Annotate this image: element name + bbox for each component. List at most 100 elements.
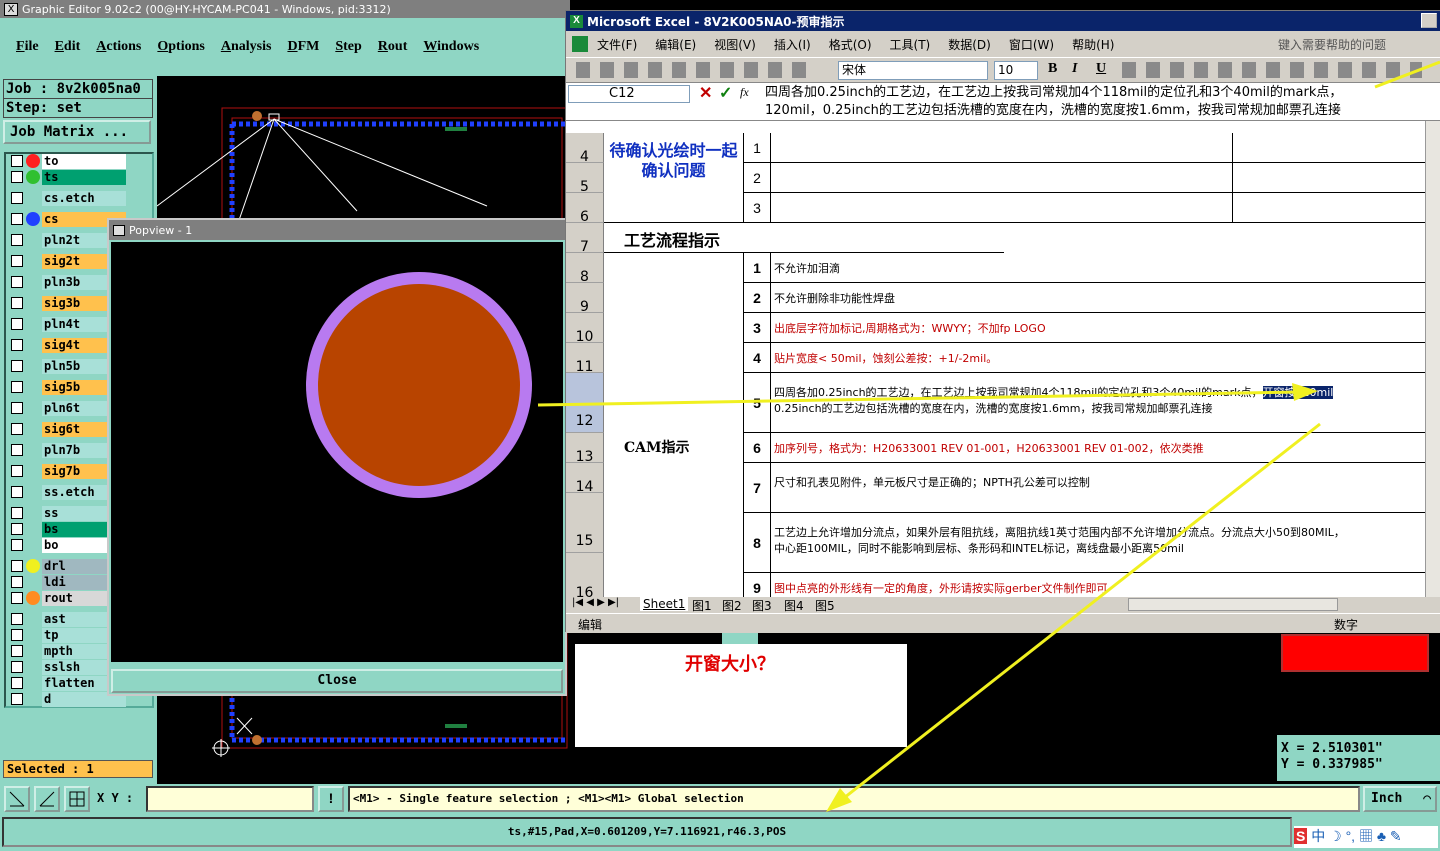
row-header[interactable]: 14 [566, 463, 604, 495]
layer-checkbox[interactable] [11, 693, 23, 705]
help-search-input[interactable]: 键入需要帮助的问题 [1278, 36, 1386, 53]
layer-name[interactable]: to [42, 154, 126, 169]
layer-checkbox[interactable] [11, 465, 23, 477]
tab-fig4[interactable]: 图4 [784, 597, 804, 614]
excel-menu-data[interactable]: 数据(D) [939, 36, 1000, 53]
layer-checkbox[interactable] [11, 560, 23, 572]
excel-menu-edit[interactable]: 编辑(E) [646, 36, 705, 53]
layer-checkbox[interactable] [11, 576, 23, 588]
xy-input[interactable] [146, 786, 314, 812]
menu-dfm[interactable]: DFM [279, 39, 327, 55]
font-name-select[interactable]: 宋体 [838, 61, 988, 80]
job-matrix-button[interactable]: Job Matrix ... [3, 120, 151, 144]
layer-row-to[interactable]: to [8, 154, 128, 169]
item-cell[interactable]: 加序列号，格式为：H20633001 REV 01-001，H20633001 … [771, 433, 1435, 463]
layer-checkbox[interactable] [11, 155, 23, 167]
excel-menu-view[interactable]: 视图(V) [705, 36, 765, 53]
menu-step[interactable]: Step [327, 39, 369, 55]
tab-fig3[interactable]: 图3 [752, 597, 772, 614]
workbook-icon[interactable] [572, 36, 588, 52]
row-header[interactable]: 13 [566, 433, 604, 465]
item-cell[interactable]: 尺寸和孔表见附件，单元板尺寸是正确的；NPTH孔公差可以控制 [771, 463, 1435, 513]
layer-checkbox[interactable] [11, 661, 23, 673]
excel-menu-tools[interactable]: 工具(T) [881, 36, 940, 53]
layer-checkbox[interactable] [11, 318, 23, 330]
layer-checkbox[interactable] [11, 255, 23, 267]
formula-input[interactable]: 四周各加0.25inch的工艺边，在工艺边上按我司常规加4个118mil的定位孔… [765, 84, 1342, 120]
layer-checkbox[interactable] [11, 171, 23, 183]
excel-menu-help[interactable]: 帮助(H) [1063, 36, 1123, 53]
row-header[interactable]: 7 [566, 223, 604, 255]
excel-minimize-button[interactable] [1421, 13, 1437, 28]
row-header[interactable]: 11 [566, 343, 604, 375]
layer-name[interactable]: cs.etch [42, 191, 126, 206]
layer-checkbox[interactable] [11, 381, 23, 393]
ime-toolbar[interactable]: S 中 ☽ °, ▦ ♣ ✎ [1294, 826, 1438, 848]
excel-menu-file[interactable]: 文件(F) [588, 36, 646, 53]
layer-checkbox[interactable] [11, 402, 23, 414]
row-header[interactable]: 5 [566, 163, 604, 195]
standard-toolbar-icons[interactable] [576, 62, 806, 78]
formatting-toolbar-icons[interactable] [1122, 62, 1422, 78]
layer-checkbox[interactable] [11, 360, 23, 372]
layer-checkbox[interactable] [11, 444, 23, 456]
layer-row-cs-etch[interactable]: cs.etch [8, 191, 128, 206]
name-box[interactable]: C12 [568, 85, 690, 103]
layer-checkbox[interactable] [11, 234, 23, 246]
row-header[interactable]: 15 [566, 493, 604, 553]
empty-cell[interactable] [1233, 193, 1435, 223]
popview-canvas[interactable] [111, 242, 563, 662]
enter-icon[interactable]: ✓ [719, 83, 732, 103]
popview-close-button[interactable]: Close [111, 669, 563, 693]
measure-icon[interactable] [34, 786, 60, 812]
row-header[interactable]: 6 [566, 193, 604, 225]
layer-checkbox[interactable] [11, 592, 23, 604]
item-cell[interactable]: 四周各加0.25inch的工艺边，在工艺边上按我司常规加4个118mil的定位孔… [771, 373, 1435, 433]
menu-options[interactable]: Options [149, 39, 212, 55]
row-header[interactable]: 16 [566, 553, 604, 599]
tab-scroll-icons[interactable]: |◀ ◀ ▶ ▶| [572, 597, 619, 608]
menu-windows[interactable]: Windows [415, 39, 487, 55]
menu-actions[interactable]: Actions [88, 39, 149, 55]
font-size-select[interactable]: 10 [994, 61, 1038, 80]
excel-menu-window[interactable]: 窗口(W) [1000, 36, 1063, 53]
cancel-icon[interactable]: ✕ [699, 83, 712, 103]
empty-cell[interactable] [771, 163, 1233, 193]
menu-analysis[interactable]: Analysis [213, 39, 280, 55]
empty-cell[interactable] [771, 133, 1233, 163]
layer-checkbox[interactable] [11, 213, 23, 225]
item-cell[interactable]: 工艺边上允许增加分流点，如果外层有阻抗线，离阻抗线1英寸范围内部不允许增加分流点… [771, 513, 1435, 573]
menu-rout[interactable]: Rout [370, 39, 416, 55]
item-cell[interactable]: 贴片宽度< 50mil，蚀刻公差按：+1/-2mil。 [771, 343, 1435, 373]
row-header[interactable]: 9 [566, 283, 604, 315]
layer-checkbox[interactable] [11, 423, 23, 435]
layer-checkbox[interactable] [11, 339, 23, 351]
layer-checkbox[interactable] [11, 523, 23, 535]
menu-file[interactable]: File [8, 39, 47, 55]
layer-checkbox[interactable] [11, 507, 23, 519]
row-header[interactable]: 12 [566, 373, 604, 433]
function-icon[interactable]: fx [740, 85, 749, 100]
item-cell[interactable]: 不允许删除非功能性焊盘 [771, 283, 1435, 313]
layer-checkbox[interactable] [11, 276, 23, 288]
layer-row-ts[interactable]: ts [8, 170, 128, 185]
layer-checkbox[interactable] [11, 677, 23, 689]
layer-checkbox[interactable] [11, 486, 23, 498]
units-select[interactable]: Inch ⌒ [1363, 786, 1437, 812]
bold-button[interactable]: B [1048, 61, 1057, 77]
italic-button[interactable]: I [1072, 61, 1077, 77]
horizontal-scrollbar[interactable] [1128, 598, 1338, 611]
row-header[interactable]: 4 [566, 133, 604, 165]
empty-cell[interactable] [1233, 133, 1435, 163]
tab-fig1[interactable]: 图1 [692, 597, 712, 614]
empty-cell[interactable] [771, 193, 1233, 223]
grid-icon[interactable] [64, 786, 90, 812]
tab-fig2[interactable]: 图2 [722, 597, 742, 614]
layer-checkbox[interactable] [11, 629, 23, 641]
underline-button[interactable]: U [1096, 61, 1106, 77]
zoom-icon[interactable] [4, 786, 30, 812]
vertical-scrollbar[interactable] [1425, 121, 1440, 599]
layer-name[interactable]: ts [42, 170, 126, 185]
alert-icon[interactable]: ! [318, 786, 344, 812]
layer-checkbox[interactable] [11, 539, 23, 551]
